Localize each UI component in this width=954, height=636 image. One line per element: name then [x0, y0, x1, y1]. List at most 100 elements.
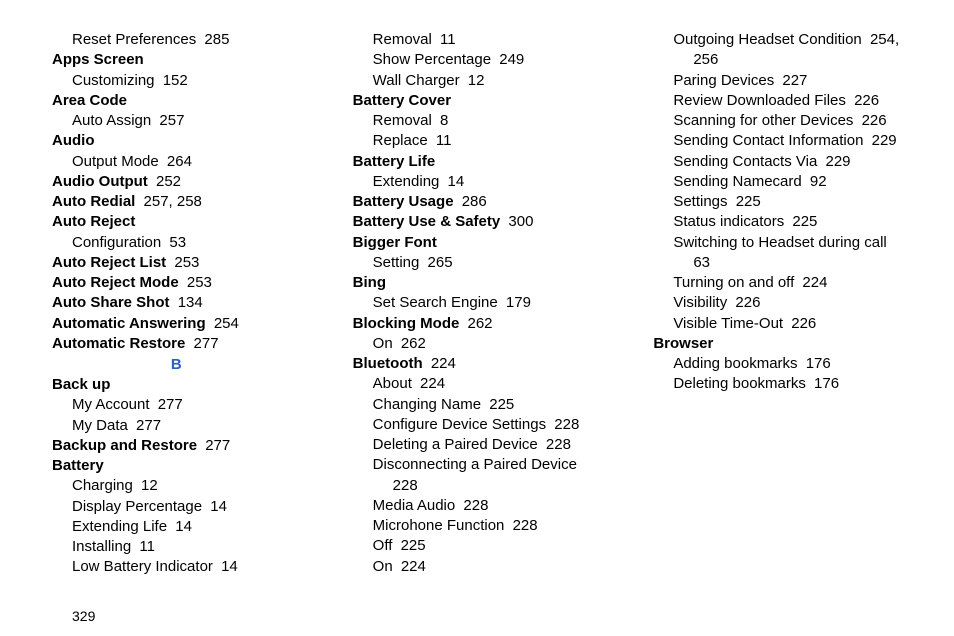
index-subentry: 63: [653, 253, 902, 273]
index-subentry: Replace 11: [353, 131, 602, 151]
index-subentry: Customizing 152: [52, 71, 301, 91]
index-section-letter: B: [52, 356, 301, 373]
index-page-ref: 285: [204, 31, 229, 48]
index-page-ref: 300: [508, 213, 533, 230]
index-term: Bigger Font: [353, 233, 602, 253]
index-subentry: Reset Preferences 285: [52, 30, 301, 50]
index-page-ref: 252: [156, 173, 181, 190]
index-page-ref: 262: [401, 335, 426, 352]
index-page-ref: 253: [174, 254, 199, 271]
index-entry-text: Turning on and off: [673, 274, 794, 291]
index-subentry: Switching to Headset during call: [653, 233, 902, 253]
index-page-ref: 286: [462, 193, 487, 210]
index-entry-text: Deleting a Paired Device: [373, 436, 538, 453]
index-entry-text: Adding bookmarks: [673, 355, 797, 372]
index-page-ref: 249: [499, 51, 524, 68]
index-entry-text: Browser: [653, 335, 713, 352]
index-page-ref: 227: [782, 72, 807, 89]
index-subentry: 228: [353, 476, 602, 496]
index-subentry: Status indicators 225: [653, 212, 902, 232]
index-entry-text: Battery: [52, 457, 104, 474]
index-subentry: Installing 11: [52, 537, 301, 557]
index-page-ref: 257, 258: [144, 193, 202, 210]
index-entry-text: Customizing: [72, 72, 155, 89]
index-term: Back up: [52, 375, 301, 395]
index-page-ref: 11: [440, 31, 456, 48]
index-term: Auto Reject List 253: [52, 253, 301, 273]
index-subentry: Off 225: [353, 536, 602, 556]
index-subentry: Deleting a Paired Device 228: [353, 435, 602, 455]
index-entry-text: Audio Output: [52, 173, 148, 190]
index-entry-text: Automatic Answering: [52, 315, 206, 332]
index-page-ref: 14: [210, 498, 227, 515]
index-term: Battery: [52, 456, 301, 476]
index-entry-text: Changing Name: [373, 396, 481, 413]
index-entry-text: Auto Reject List: [52, 254, 166, 271]
index-subentry: Outgoing Headset Condition 254,: [653, 30, 902, 50]
index-page-ref: 228: [513, 517, 538, 534]
index-subentry: Extending 14: [353, 172, 602, 192]
index-entry-text: Status indicators: [673, 213, 784, 230]
index-page-ref: 11: [139, 538, 155, 555]
index-subentry: Microhone Function 228: [353, 516, 602, 536]
index-entry-text: Battery Use & Safety: [353, 213, 501, 230]
index-page-ref: 63: [693, 254, 710, 271]
index-page-ref: 277: [158, 396, 183, 413]
index-entry-text: Auto Reject: [52, 213, 135, 230]
index-term: Auto Reject Mode 253: [52, 273, 301, 293]
index-page-ref: 14: [175, 518, 192, 535]
index-entry-text: Disconnecting a Paired Device: [373, 456, 577, 473]
index-page-ref: 12: [141, 477, 158, 494]
index-entry-text: Charging: [72, 477, 133, 494]
index-term: Bluetooth 224: [353, 354, 602, 374]
index-entry-text: Extending: [373, 173, 440, 190]
index-page-ref: 14: [221, 558, 238, 575]
index-term: Backup and Restore 277: [52, 436, 301, 456]
index-page-ref: 228: [554, 416, 579, 433]
index-entry-text: Battery Life: [353, 153, 436, 170]
index-subentry: My Account 277: [52, 395, 301, 415]
index-entry-text: Deleting bookmarks: [673, 375, 806, 392]
index-subentry: 256: [653, 50, 902, 70]
index-term: Auto Share Shot 134: [52, 293, 301, 313]
index-entry-text: Settings: [673, 193, 727, 210]
index-entry-text: Blocking Mode: [353, 315, 460, 332]
index-subentry: Removal 8: [353, 111, 602, 131]
index-page-ref: 226: [735, 294, 760, 311]
index-subentry: Adding bookmarks 176: [653, 354, 902, 374]
index-entry-text: Auto Share Shot: [52, 294, 170, 311]
index-page-ref: 92: [810, 173, 827, 190]
index-entry-text: Review Downloaded Files: [673, 92, 846, 109]
index-page-ref: 229: [825, 153, 850, 170]
index-page-ref: 179: [506, 294, 531, 311]
index-subentry: Display Percentage 14: [52, 497, 301, 517]
index-subentry: Configuration 53: [52, 233, 301, 253]
index-subentry: Sending Contact Information 229: [653, 131, 902, 151]
index-entry-text: Show Percentage: [373, 51, 491, 68]
index-page-ref: 253: [187, 274, 212, 291]
index-term: Battery Use & Safety 300: [353, 212, 602, 232]
index-page-ref: 134: [178, 294, 203, 311]
index-entry-text: Auto Assign: [72, 112, 151, 129]
index-subentry: Turning on and off 224: [653, 273, 902, 293]
index-page-ref: 152: [163, 72, 188, 89]
index-page-ref: 12: [468, 72, 485, 89]
index-subentry: Removal 11: [353, 30, 602, 50]
index-entry-text: Audio: [52, 132, 95, 149]
index-term: Battery Cover: [353, 91, 602, 111]
index-entry-text: Backup and Restore: [52, 437, 197, 454]
index-entry-text: Auto Redial: [52, 193, 135, 210]
index-entry-text: Scanning for other Devices: [673, 112, 853, 129]
index-term: Auto Redial 257, 258: [52, 192, 301, 212]
index-subentry: Changing Name 225: [353, 395, 602, 415]
index-entry-text: Microhone Function: [373, 517, 505, 534]
index-entry-text: Off: [373, 537, 393, 554]
index-term: Audio Output 252: [52, 172, 301, 192]
index-page-ref: 256: [693, 51, 718, 68]
index-entry-text: Low Battery Indicator: [72, 558, 213, 575]
index-page-ref: 176: [814, 375, 839, 392]
index-entry-text: Bigger Font: [353, 234, 437, 251]
index-subentry: Sending Contacts Via 229: [653, 152, 902, 172]
index-subentry: Paring Devices 227: [653, 71, 902, 91]
index-entry-text: Outgoing Headset Condition: [673, 31, 861, 48]
